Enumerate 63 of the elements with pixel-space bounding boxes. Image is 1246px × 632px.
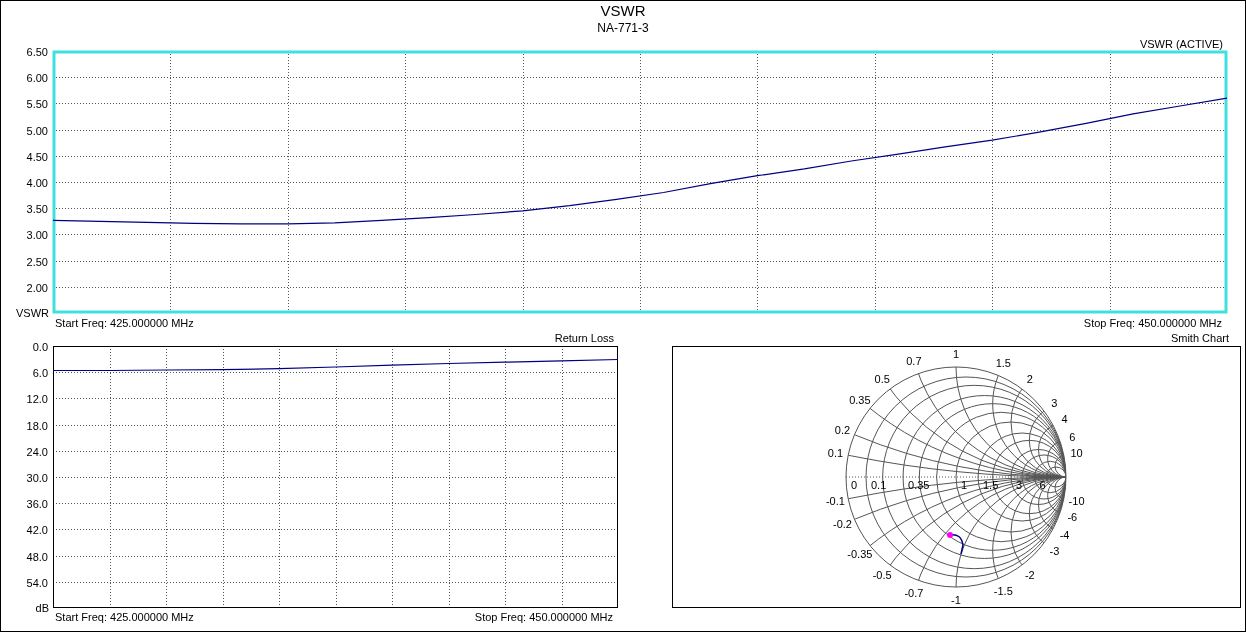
reactance-label: 2 xyxy=(1026,372,1033,385)
tick-label: 6.0 xyxy=(32,366,48,379)
stop-frequency-label: Stop Freq: 450.000000 MHz xyxy=(474,611,613,623)
resistance-label: 6 xyxy=(1039,479,1046,491)
reactance-label: -0.2 xyxy=(833,518,852,531)
reactance-label: -0.7 xyxy=(904,586,924,599)
axis-label: VSWR xyxy=(16,307,49,319)
resistance-label: 1.5 xyxy=(983,479,999,491)
window-title: VSWR xyxy=(600,2,646,20)
tick-label: 5.00 xyxy=(26,124,48,137)
resistance-label: 1 xyxy=(961,479,968,491)
tick-label: 12.0 xyxy=(26,392,48,405)
reactance-label: 6 xyxy=(1069,431,1076,444)
start-frequency-label: Start Freq: 425.000000 MHz xyxy=(55,317,194,329)
stop-frequency-label: Stop Freq: 450.000000 MHz xyxy=(1083,317,1222,329)
reactance-label: 0.35 xyxy=(849,394,871,407)
tick-label: 0.0 xyxy=(32,340,48,353)
reactance-label: -1.5 xyxy=(993,584,1013,597)
resistance-label: 0.1 xyxy=(871,479,887,491)
reactance-label: 4 xyxy=(1061,413,1068,426)
reactance-label: 1 xyxy=(952,348,960,360)
tick-label: 30.0 xyxy=(26,471,48,484)
tick-label: 2.50 xyxy=(26,255,48,268)
reactance-label: -2 xyxy=(1024,569,1035,582)
reactance-label: -0.35 xyxy=(847,547,873,560)
marker-dot xyxy=(947,532,953,538)
trace-label: VSWR (ACTIVE) xyxy=(1139,39,1223,50)
start-frequency-label: Start Freq: 425.000000 MHz xyxy=(55,611,194,623)
tick-label: 3.50 xyxy=(26,202,48,215)
resistance-label: 0.35 xyxy=(908,479,930,491)
tick-label: 42.0 xyxy=(26,523,48,536)
tick-label: 24.0 xyxy=(26,445,48,458)
tick-label: 48.0 xyxy=(26,550,48,563)
axis-label: dB xyxy=(35,602,49,614)
chart-title: Smith Chart xyxy=(1170,332,1229,344)
reactance-label: -3 xyxy=(1049,544,1060,557)
resistance-label: 3 xyxy=(1016,479,1023,491)
chart-title: Return Loss xyxy=(554,332,614,344)
reactance-label: -0.5 xyxy=(872,569,892,582)
tick-label: 4.50 xyxy=(26,150,48,163)
tick-label: 6.50 xyxy=(26,45,48,58)
tick-label: 36.0 xyxy=(26,497,48,510)
reactance-label: 1.5 xyxy=(995,357,1011,370)
reactance-label: 0.7 xyxy=(906,355,922,368)
reactance-label: 3 xyxy=(1051,397,1058,410)
tick-label: 2.00 xyxy=(26,281,48,294)
reactance-label: 0.1 xyxy=(827,446,844,459)
reactance-label: -4 xyxy=(1059,528,1070,541)
reactance-label: 0.2 xyxy=(834,423,851,436)
reactance-label: 10 xyxy=(1070,446,1083,459)
tick-label: 5.50 xyxy=(26,97,48,110)
reactance-label: -6 xyxy=(1067,510,1078,523)
tick-label: 6.00 xyxy=(26,71,48,84)
reactance-label: -0.1 xyxy=(825,495,845,508)
tick-label: 3.00 xyxy=(26,228,48,241)
tick-label: 54.0 xyxy=(26,576,48,589)
tick-label: 4.00 xyxy=(26,176,48,189)
device-name: NA-771-3 xyxy=(597,20,649,36)
reactance-label: -10 xyxy=(1068,495,1085,508)
reactance-label: -1 xyxy=(951,594,961,606)
tick-label: 18.0 xyxy=(26,419,48,432)
resistance-label: 0 xyxy=(851,479,858,491)
reactance-label: 0.5 xyxy=(874,372,890,385)
